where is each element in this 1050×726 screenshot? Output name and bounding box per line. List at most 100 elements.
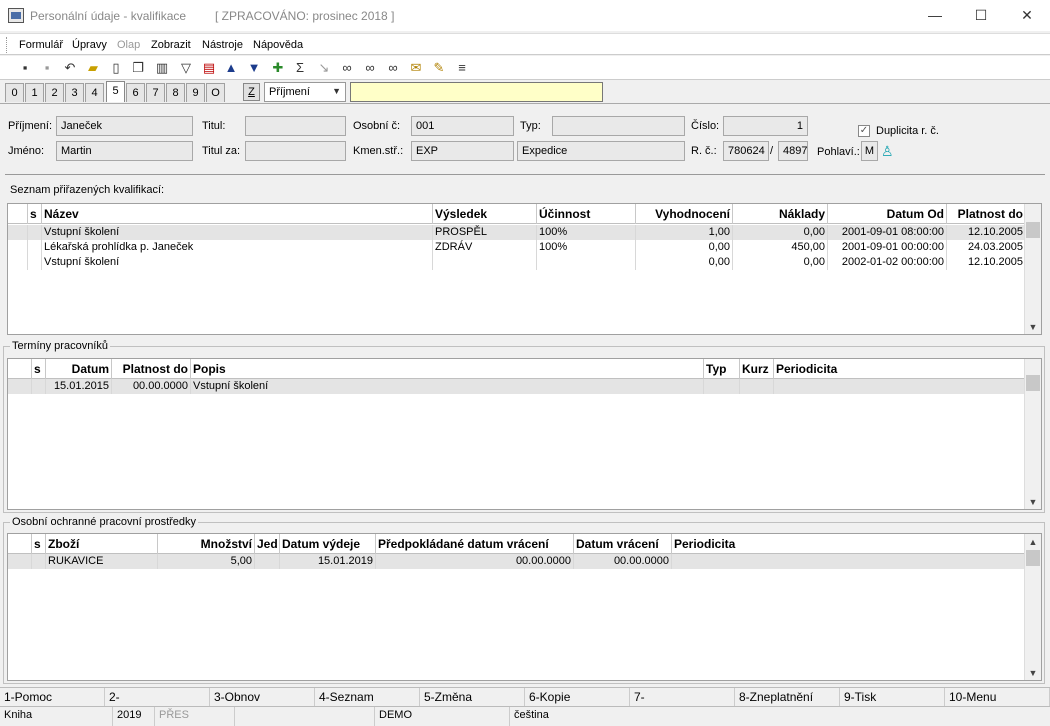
binoculars-icon[interactable]: ∞ — [339, 60, 355, 76]
col-periodicita[interactable]: Periodicita — [774, 359, 1026, 379]
up-arrow-icon[interactable]: ▲ — [223, 60, 239, 76]
fkey-8-zneplatneni[interactable]: 8-Zneplatnění — [735, 688, 840, 707]
col-vysledek[interactable]: Výsledek — [433, 204, 537, 224]
sort-direction-button[interactable]: Z — [243, 83, 260, 101]
person-icon[interactable]: ♙ — [881, 143, 895, 161]
menu-napoveda[interactable]: Nápověda — [253, 39, 303, 51]
menu-formular[interactable]: Formulář — [19, 39, 63, 51]
save-icon[interactable]: ▪ — [17, 60, 33, 76]
chevron-down-icon[interactable]: ▼ — [1025, 497, 1041, 507]
rodne-cislo-1-field[interactable]: 780624 — [723, 141, 769, 161]
col-platnost-do[interactable]: Platnost do — [112, 359, 191, 379]
col-jednotka[interactable]: Jed — [255, 534, 280, 554]
menu-zobrazit[interactable]: Zobrazit — [151, 39, 191, 51]
fkey-6-kopie[interactable]: 6-Kopie — [525, 688, 630, 707]
down-arrow-icon[interactable]: ▼ — [246, 60, 262, 76]
pohlavi-field[interactable]: M — [861, 141, 878, 161]
col-ucinnost[interactable]: Účinnost — [537, 204, 636, 224]
tab-2[interactable]: 2 — [45, 83, 64, 102]
quick-search-input[interactable] — [350, 82, 603, 102]
col-platnost-do[interactable]: Platnost do — [947, 204, 1026, 224]
tab-1[interactable]: 1 — [25, 83, 44, 102]
tab-7[interactable]: 7 — [146, 83, 165, 102]
col-mnozstvi[interactable]: Množství — [158, 534, 255, 554]
tab-5[interactable]: 5 — [106, 81, 125, 102]
menu-olap[interactable]: Olap — [117, 39, 140, 51]
col-typ[interactable]: Typ — [704, 359, 740, 379]
titul-field[interactable] — [245, 116, 346, 136]
fkey-9-tisk[interactable]: 9-Tisk — [840, 688, 945, 707]
binoculars-next-icon[interactable]: ∞ — [362, 60, 378, 76]
chevron-down-icon[interactable]: ▼ — [1025, 668, 1041, 678]
kvalifikace-scrollbar[interactable]: ▼ — [1024, 204, 1041, 334]
rodne-cislo-2-field[interactable]: 4897 — [778, 141, 808, 161]
close-button[interactable]: ✕ — [1004, 0, 1050, 30]
table-row[interactable]: Lékařská prohlídka p. Janeček ZDRÁV 100%… — [8, 240, 1026, 255]
table-row[interactable]: 15.01.2015 00.00.0000 Vstupní školení — [8, 379, 1026, 394]
duplicita-checkbox[interactable]: ✓ — [858, 125, 870, 137]
col-periodicita[interactable]: Periodicita — [672, 534, 1026, 554]
fkey-1-pomoc[interactable]: 1-Pomoc — [0, 688, 105, 707]
tab-4[interactable]: 4 — [85, 83, 104, 102]
sort-field-select[interactable]: Příjmení ▼ — [264, 82, 346, 102]
fkey-4-seznam[interactable]: 4-Seznam — [315, 688, 420, 707]
col-s[interactable]: s — [28, 204, 42, 224]
menu-icon[interactable]: ≡ — [454, 60, 470, 76]
menu-upravy[interactable]: Úpravy — [72, 39, 107, 51]
table-row[interactable]: Vstupní školení PROSPĚL 100% 1,00 0,00 2… — [8, 225, 1026, 240]
col-s[interactable]: s — [32, 534, 46, 554]
chevron-down-icon[interactable]: ▼ — [1025, 322, 1041, 332]
fkey-7[interactable]: 7- — [630, 688, 735, 707]
titul-za-field[interactable] — [245, 141, 346, 161]
fkey-3-obnov[interactable]: 3-Obnov — [210, 688, 315, 707]
minimize-button[interactable]: — — [912, 0, 958, 30]
refresh-icon[interactable]: ✚ — [270, 60, 286, 76]
col-popis[interactable]: Popis — [191, 359, 704, 379]
copy-icon[interactable]: ❐ — [130, 60, 146, 76]
tab-8[interactable]: 8 — [166, 83, 185, 102]
cislo-field[interactable]: 1 — [723, 116, 808, 136]
maximize-button[interactable]: ☐ — [958, 0, 1004, 30]
undo-icon[interactable]: ↶ — [62, 60, 78, 76]
col-datum-vydeje[interactable]: Datum výdeje — [280, 534, 376, 554]
export-icon[interactable]: ↘ — [316, 60, 332, 76]
save-close-icon[interactable]: ▪ — [39, 60, 55, 76]
tab-0[interactable]: 0 — [5, 83, 24, 102]
mail-icon[interactable]: ✉ — [408, 60, 424, 76]
col-datum-od[interactable]: Datum Od — [828, 204, 947, 224]
col-predpokladane-datum-vraceni[interactable]: Předpokládané datum vrácení — [376, 534, 574, 554]
jmeno-field[interactable]: Martin — [56, 141, 193, 161]
sum-icon[interactable]: Σ — [292, 60, 308, 76]
fkey-5-zmena[interactable]: 5-Změna — [420, 688, 525, 707]
chevron-up-icon[interactable]: ▲ — [1025, 537, 1041, 547]
typ-field[interactable] — [552, 116, 685, 136]
tab-3[interactable]: 3 — [65, 83, 84, 102]
col-kurz[interactable]: Kurz — [740, 359, 774, 379]
scrollbar-thumb[interactable] — [1026, 375, 1040, 391]
menu-nastroje[interactable]: Nástroje — [202, 39, 243, 51]
table-row[interactable]: RUKAVICE 5,00 15.01.2019 00.00.0000 00.0… — [8, 554, 1026, 569]
fkey-10-menu[interactable]: 10-Menu — [945, 688, 1050, 707]
tab-6[interactable]: 6 — [126, 83, 145, 102]
binoculars-prev-icon[interactable]: ∞ — [385, 60, 401, 76]
book-icon[interactable]: ▥ — [154, 60, 170, 76]
col-nazev[interactable]: Název — [42, 204, 433, 224]
col-datum[interactable]: Datum — [46, 359, 112, 379]
prijmeni-field[interactable]: Janeček — [56, 116, 193, 136]
tab-o[interactable]: O — [206, 83, 225, 102]
col-s[interactable]: s — [32, 359, 46, 379]
table-row[interactable]: Vstupní školení 0,00 0,00 2002-01-02 00:… — [8, 255, 1026, 270]
open-icon[interactable]: ▰ — [85, 60, 101, 76]
col-naklady[interactable]: Náklady — [733, 204, 828, 224]
col-vyhodnoceni[interactable]: Vyhodnocení — [636, 204, 733, 224]
osobni-cislo-field[interactable]: 001 — [411, 116, 514, 136]
filter-icon[interactable]: ▽ — [178, 60, 194, 76]
new-icon[interactable]: ▯ — [108, 60, 124, 76]
terminy-scrollbar[interactable]: ▼ — [1024, 359, 1041, 509]
filter-clear-icon[interactable]: ▤ — [201, 60, 217, 76]
col-zbozi[interactable]: Zboží — [46, 534, 158, 554]
col-datum-vraceni[interactable]: Datum vrácení — [574, 534, 672, 554]
kmen-str-field[interactable]: EXP — [411, 141, 514, 161]
scrollbar-thumb[interactable] — [1026, 550, 1040, 566]
tab-9[interactable]: 9 — [186, 83, 205, 102]
